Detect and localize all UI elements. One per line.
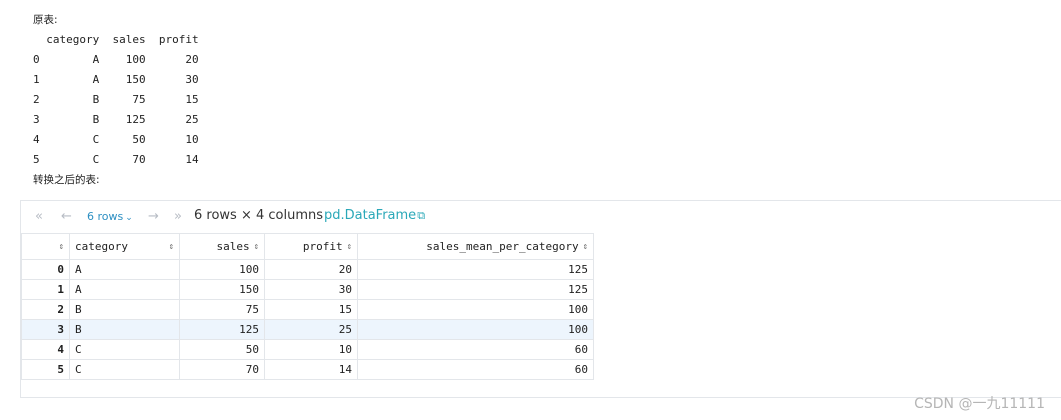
column-header-label: category (75, 240, 128, 253)
original-table-row: 3 B 125 25 (33, 113, 199, 126)
cell-sales: 50 (179, 339, 265, 360)
row-index: 2 (21, 299, 70, 320)
dataframe-shape: 6 rows × 4 columns (194, 208, 324, 223)
cell-category: C (69, 359, 180, 380)
column-header-profit[interactable]: profit ⇕ (264, 233, 358, 260)
original-table-row: 1 A 150 30 (33, 73, 199, 86)
prev-page-icon[interactable]: ← (61, 209, 72, 224)
cell-sales-mean: 100 (357, 299, 594, 320)
cell-category: B (69, 319, 180, 340)
cell-sales-mean: 125 (357, 279, 594, 300)
external-link-icon: ⧉ (417, 209, 426, 222)
table-row[interactable]: 0 A 100 20 125 (21, 259, 594, 280)
table-row[interactable]: 1 A 150 30 125 (21, 279, 594, 300)
cell-profit: 14 (264, 359, 358, 380)
cell-sales-mean: 100 (357, 319, 594, 340)
rows-per-page-select[interactable]: 6 rows ⌄ (87, 210, 133, 223)
cell-sales: 100 (179, 259, 265, 280)
table-row[interactable]: 5 C 70 14 60 (21, 359, 594, 380)
cell-sales: 70 (179, 359, 265, 380)
console-output: 原表: category sales profit 0 A 100 20 1 A… (33, 10, 199, 190)
cell-profit: 25 (264, 319, 358, 340)
original-table-row: 4 C 50 10 (33, 133, 199, 146)
chevron-down-icon: ⌄ (125, 213, 133, 223)
original-table-header: category sales profit (33, 33, 199, 46)
column-header-sales-mean-per-category[interactable]: sales_mean_per_category ⇕ (357, 233, 594, 260)
table-row[interactable]: 4 C 50 10 60 (21, 339, 594, 360)
original-table-label: 原表: (33, 14, 58, 26)
table-row[interactable]: 2 B 75 15 100 (21, 299, 594, 320)
column-header-category[interactable]: category ⇕ (69, 233, 180, 260)
cell-category: C (69, 339, 180, 360)
cell-category: B (69, 299, 180, 320)
original-table-row: 0 A 100 20 (33, 53, 199, 66)
row-index: 5 (21, 359, 70, 380)
original-table-row: 2 B 75 15 (33, 93, 199, 106)
cell-category: A (69, 259, 180, 280)
next-page-icon[interactable]: → (148, 209, 159, 224)
sort-icon: ⇕ (58, 241, 64, 252)
column-header-index[interactable]: ⇕ (21, 233, 70, 260)
transformed-table-label: 转换之后的表: (33, 174, 100, 186)
dataframe-viewer: « ← 6 rows ⌄ → » 6 rows × 4 columns pd.Da… (20, 200, 1061, 398)
dataframe-type-link[interactable]: pd.DataFrame⧉ (324, 208, 425, 223)
column-header-label: sales (216, 240, 250, 253)
table-header-row: ⇕ category ⇕ sales ⇕ profit ⇕ sales_mean_pe… (21, 233, 594, 260)
cell-sales-mean: 60 (357, 339, 594, 360)
row-index: 4 (21, 339, 70, 360)
cell-profit: 30 (264, 279, 358, 300)
last-page-icon[interactable]: » (174, 209, 182, 224)
cell-sales-mean: 125 (357, 259, 594, 280)
sort-icon: ⇕ (346, 241, 352, 252)
cell-category: A (69, 279, 180, 300)
dataframe-table: ⇕ category ⇕ sales ⇕ profit ⇕ sales_mean_pe… (21, 233, 594, 380)
cell-sales: 75 (179, 299, 265, 320)
watermark: CSDN @一九11111 (914, 396, 1045, 412)
cell-sales: 150 (179, 279, 265, 300)
rows-per-page-label: 6 rows (87, 210, 124, 223)
dataframe-type-label: pd.DataFrame (324, 208, 417, 223)
column-header-label: sales_mean_per_category (426, 240, 579, 253)
cell-profit: 10 (264, 339, 358, 360)
sort-icon: ⇕ (253, 241, 259, 252)
row-index: 0 (21, 259, 70, 280)
sort-icon: ⇕ (582, 241, 588, 252)
table-row[interactable]: 3 B 125 25 100 (21, 319, 594, 340)
row-index: 1 (21, 279, 70, 300)
row-index: 3 (21, 319, 70, 340)
cell-profit: 15 (264, 299, 358, 320)
cell-sales: 125 (179, 319, 265, 340)
dataframe-toolbar: « ← 6 rows ⌄ → » 6 rows × 4 columns pd.Da… (21, 201, 1061, 233)
cell-profit: 20 (264, 259, 358, 280)
column-header-sales[interactable]: sales ⇕ (179, 233, 265, 260)
original-table-row: 5 C 70 14 (33, 153, 199, 166)
sort-icon: ⇕ (168, 241, 174, 252)
first-page-icon[interactable]: « (35, 209, 43, 224)
cell-sales-mean: 60 (357, 359, 594, 380)
column-header-label: profit (302, 240, 343, 253)
